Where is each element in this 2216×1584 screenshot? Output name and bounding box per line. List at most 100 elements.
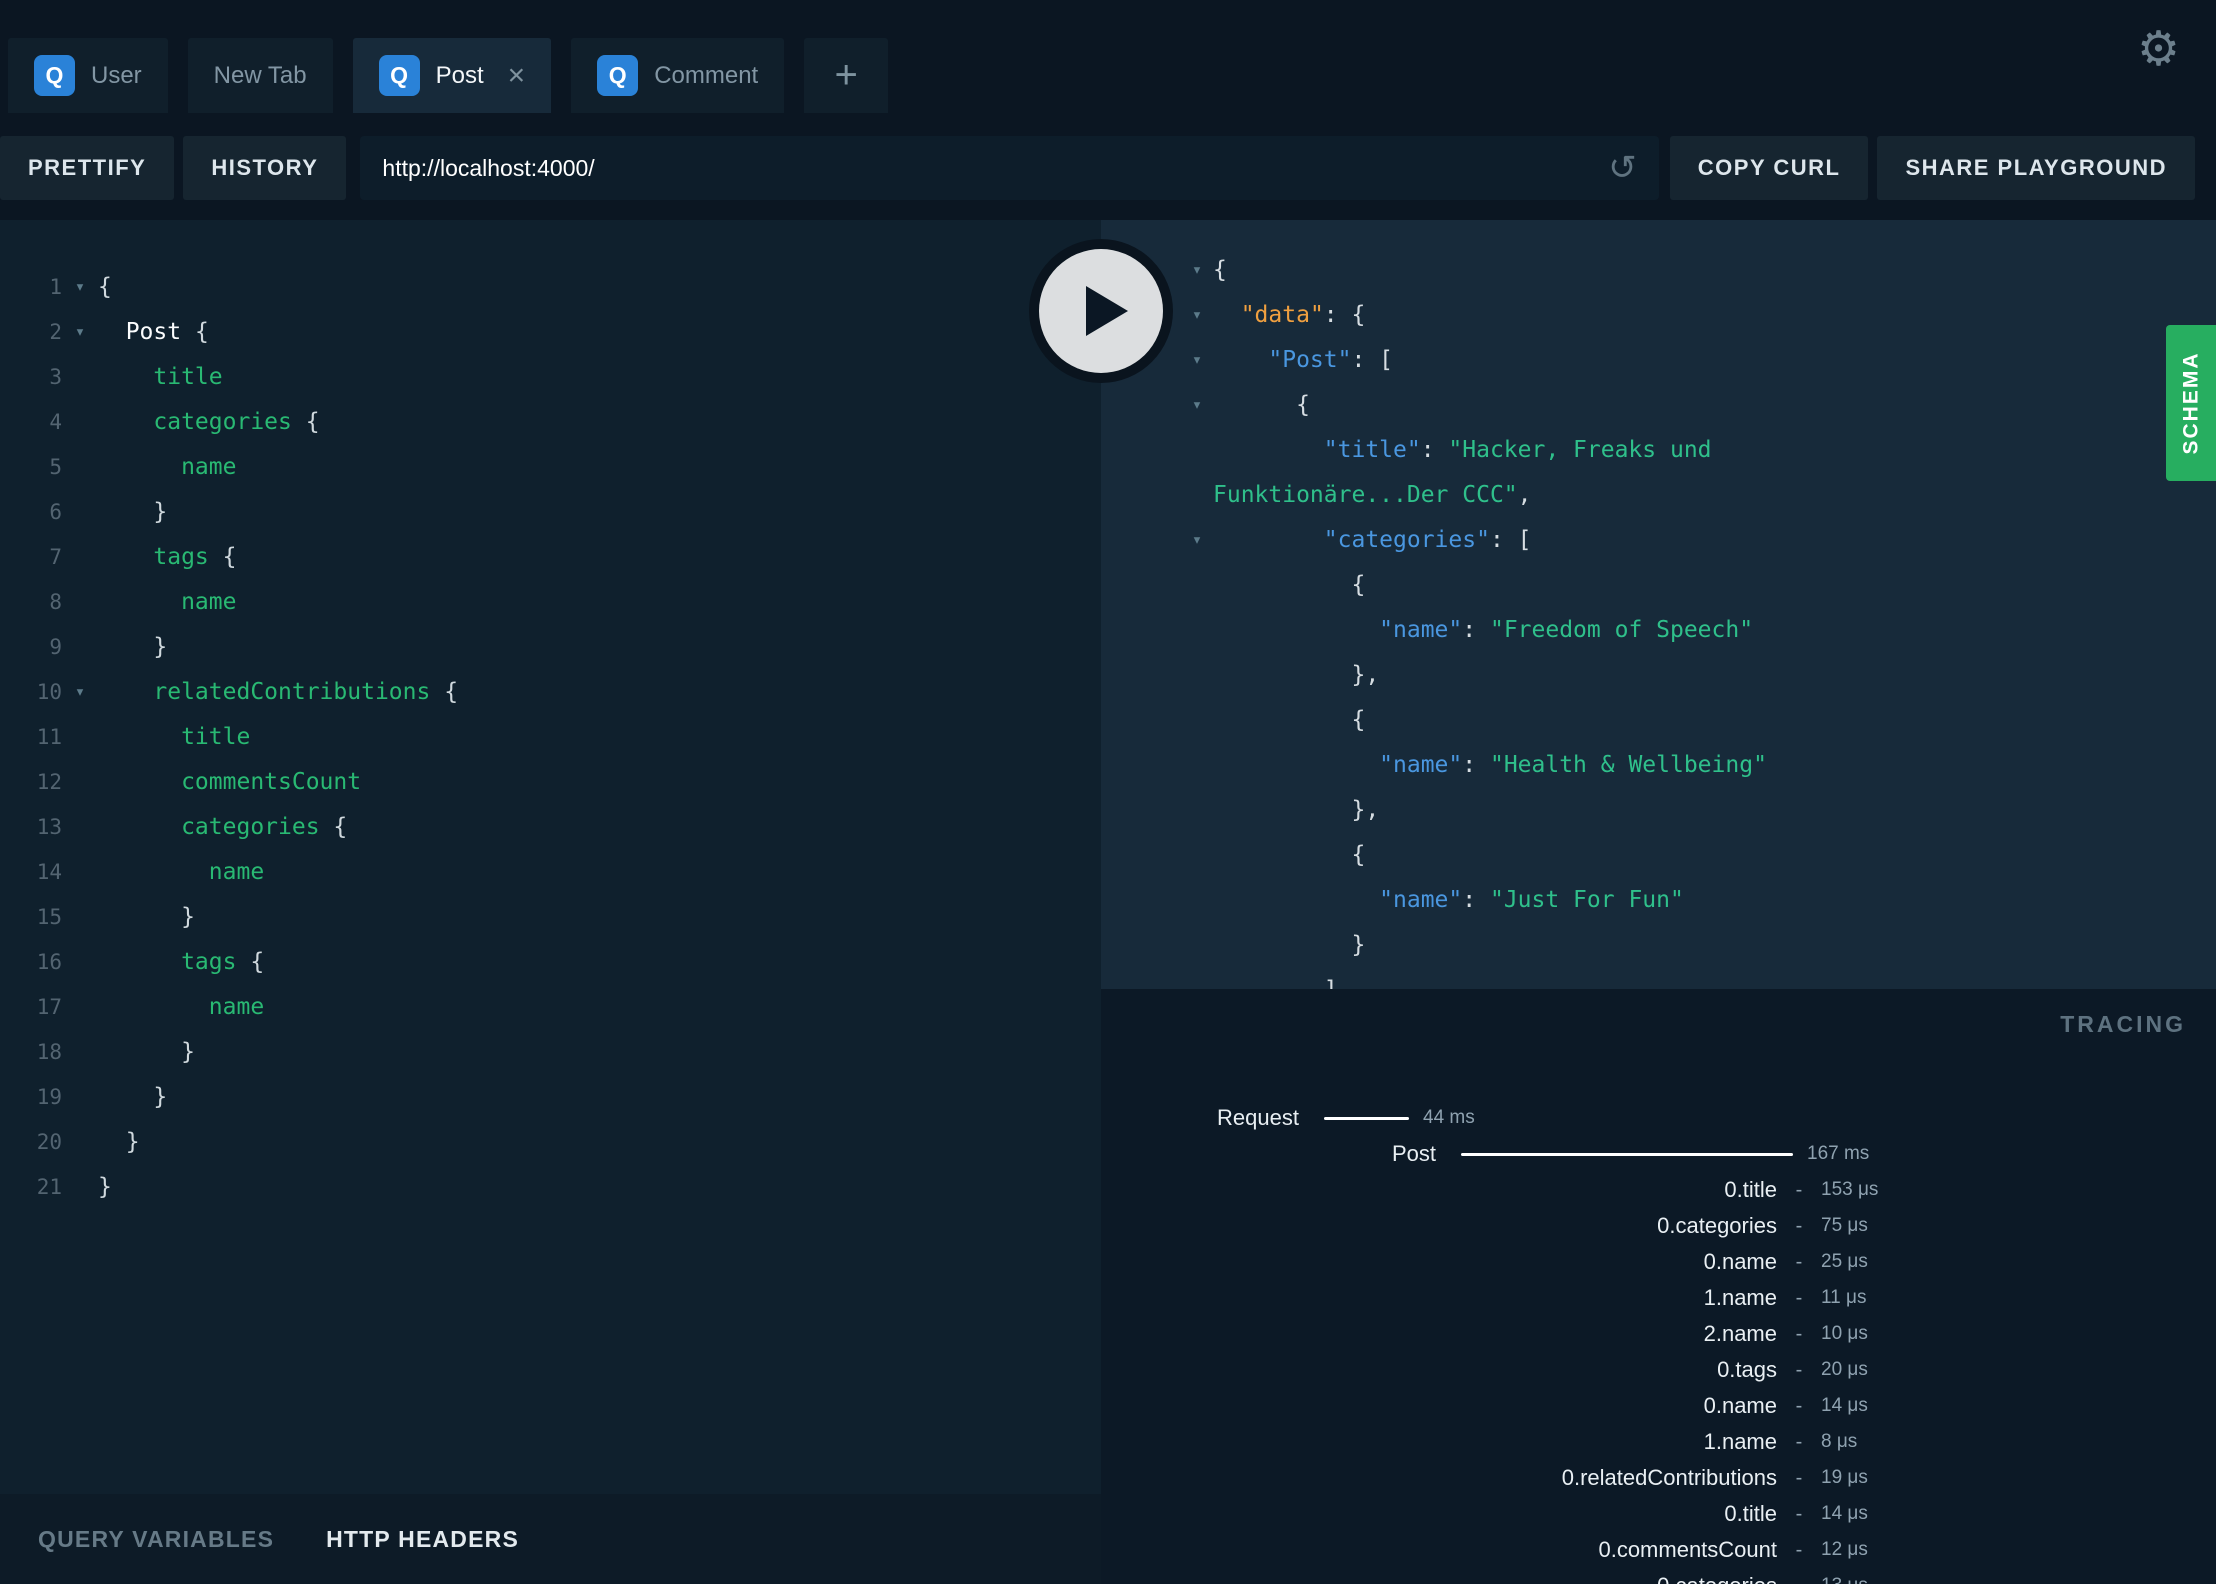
line-number: 8 <box>49 590 62 614</box>
result-line: ▾ "data": { <box>1192 293 2200 338</box>
fold-arrow-icon[interactable]: ▾ <box>62 670 98 715</box>
code-token: { <box>222 544 237 570</box>
code-token: { <box>1213 257 1227 283</box>
trace-dash: - <box>1795 1322 1803 1345</box>
settings-gear-icon[interactable]: ⚙ <box>2137 26 2180 74</box>
line-number: 16 <box>36 950 62 974</box>
trace-row-field: 0.categories -75 μs <box>1101 1208 2216 1244</box>
fold-slot <box>62 760 98 805</box>
code-token: { <box>1213 572 1366 598</box>
fold-arrow-icon[interactable]: ▾ <box>1185 383 1209 428</box>
tab-bar: Q User New Tab Q Post × Q Comment + <box>0 0 2216 113</box>
reload-schema-icon[interactable]: ↺ <box>1608 151 1637 185</box>
code-token: : [ <box>1489 527 1532 553</box>
fold-arrow-icon[interactable]: ▾ <box>1185 518 1209 563</box>
code-token: "name" <box>1379 752 1463 778</box>
graphql-playground-window: Q User New Tab Q Post × Q Comment + ⚙ PRETTIFY … <box>0 0 2216 1584</box>
trace-dash: - <box>1795 1502 1803 1525</box>
code-token: "categories" <box>1323 527 1490 553</box>
fold-slot <box>62 580 98 625</box>
code-text: categories { <box>98 400 320 445</box>
endpoint-url-input[interactable] <box>382 154 1595 182</box>
code-line: 18 } <box>0 1030 1101 1075</box>
code-token: } <box>98 1084 168 1110</box>
fold-arrow-icon[interactable]: ▾ <box>62 265 98 310</box>
code-text: title <box>98 715 250 760</box>
tracing-panel: TRACING Request 44 ms Post 167 ms 0.title -15… <box>1101 989 2216 1584</box>
tab-post[interactable]: Q Post × <box>352 38 552 113</box>
url-bar[interactable]: ↺ <box>360 136 1659 200</box>
prettify-button[interactable]: PRETTIFY <box>0 136 175 200</box>
tab-comment[interactable]: Q Comment <box>571 38 785 113</box>
line-number: 12 <box>36 770 62 794</box>
trace-label: 0.commentsCount <box>1598 1537 1777 1562</box>
code-text: title <box>98 355 222 400</box>
trace-value: 153 μs <box>1821 1179 1879 1200</box>
result-viewer[interactable]: ▾{▾ "data": {▾ "Post": [▾ { "title": "Ha… <box>1101 220 2216 989</box>
tracing-title: TRACING <box>2060 1011 2186 1037</box>
tab-new-tab[interactable]: New Tab <box>187 38 333 113</box>
trace-row-request: Request 44 ms <box>1101 1100 2216 1136</box>
close-tab-icon[interactable]: × <box>508 60 526 91</box>
code-token: tags <box>98 544 223 570</box>
new-tab-button[interactable]: + <box>804 38 889 113</box>
trace-row-field: 0.title -153 μs <box>1101 1172 2216 1208</box>
query-variables-tab[interactable]: QUERY VARIABLES <box>38 1526 274 1553</box>
fold-arrow-icon[interactable]: ▾ <box>62 310 98 355</box>
tab-user[interactable]: Q User <box>8 38 168 113</box>
history-button[interactable]: HISTORY <box>183 136 347 200</box>
fold-slot <box>62 985 98 1030</box>
trace-label: 0.relatedContributions <box>1561 1465 1777 1490</box>
schema-tab-button[interactable]: SCHEMA <box>2166 325 2216 481</box>
code-token: } <box>98 634 168 660</box>
code-token: { <box>194 319 209 345</box>
trace-label: 2.name <box>1703 1321 1777 1346</box>
code-line: 9 } <box>0 625 1101 670</box>
code-token: : <box>1420 437 1449 463</box>
code-token: { <box>1213 842 1366 868</box>
trace-row-field: 0.tags -20 μs <box>1101 1352 2216 1388</box>
code-token: { <box>305 409 320 435</box>
line-number: 21 <box>36 1175 62 1199</box>
trace-label: Request <box>1217 1105 1299 1130</box>
fold-slot <box>62 400 98 445</box>
fold-slot <box>62 1075 98 1120</box>
result-line: { <box>1213 698 2200 743</box>
code-token: Post <box>98 319 195 345</box>
copy-curl-button[interactable]: COPY CURL <box>1669 136 1869 200</box>
http-headers-tab[interactable]: HTTP HEADERS <box>326 1526 519 1553</box>
code-line: 14 name <box>0 850 1101 895</box>
editor-footer: QUERY VARIABLES HTTP HEADERS <box>0 1494 1101 1584</box>
code-line: 21} <box>0 1165 1101 1210</box>
result-line: "title": "Hacker, Freaks und <box>1213 428 2200 473</box>
share-playground-button[interactable]: SHARE PLAYGROUND <box>1877 136 2195 200</box>
trace-label: 0.name <box>1703 1249 1777 1274</box>
code-token: { <box>98 274 112 300</box>
code-text: } <box>98 625 167 670</box>
trace-label: Post <box>1391 1141 1436 1166</box>
query-editor-pane[interactable]: 1 ▾{2 ▾ Post {3 title 4 categories {5 name 6… <box>0 220 1101 1584</box>
fold-arrow-icon[interactable]: ▾ <box>1185 338 1209 383</box>
fold-slot <box>62 1120 98 1165</box>
execute-query-button[interactable] <box>1039 249 1163 373</box>
line-number: 1 <box>49 275 62 299</box>
tab-list: Q User New Tab Q Post × Q Comment <box>8 38 804 113</box>
line-number: 18 <box>36 1040 62 1064</box>
session-panes: 1 ▾{2 ▾ Post {3 title 4 categories {5 name 6… <box>0 220 2216 1584</box>
code-token: : { <box>1323 302 1366 328</box>
query-editor[interactable]: 1 ▾{2 ▾ Post {3 title 4 categories {5 name 6… <box>0 220 1101 1210</box>
tab-label: User <box>91 61 142 89</box>
line-number: 17 <box>36 995 62 1019</box>
fold-arrow-icon[interactable]: ▾ <box>1185 248 1209 293</box>
fold-slot <box>62 850 98 895</box>
code-token: } <box>1213 932 1366 958</box>
trace-dash: - <box>1795 1466 1803 1489</box>
fold-arrow-icon[interactable]: ▾ <box>1185 293 1209 338</box>
result-line: "name": "Freedom of Speech" <box>1213 608 2200 653</box>
code-token: name <box>98 589 237 615</box>
result-line: { <box>1213 563 2200 608</box>
